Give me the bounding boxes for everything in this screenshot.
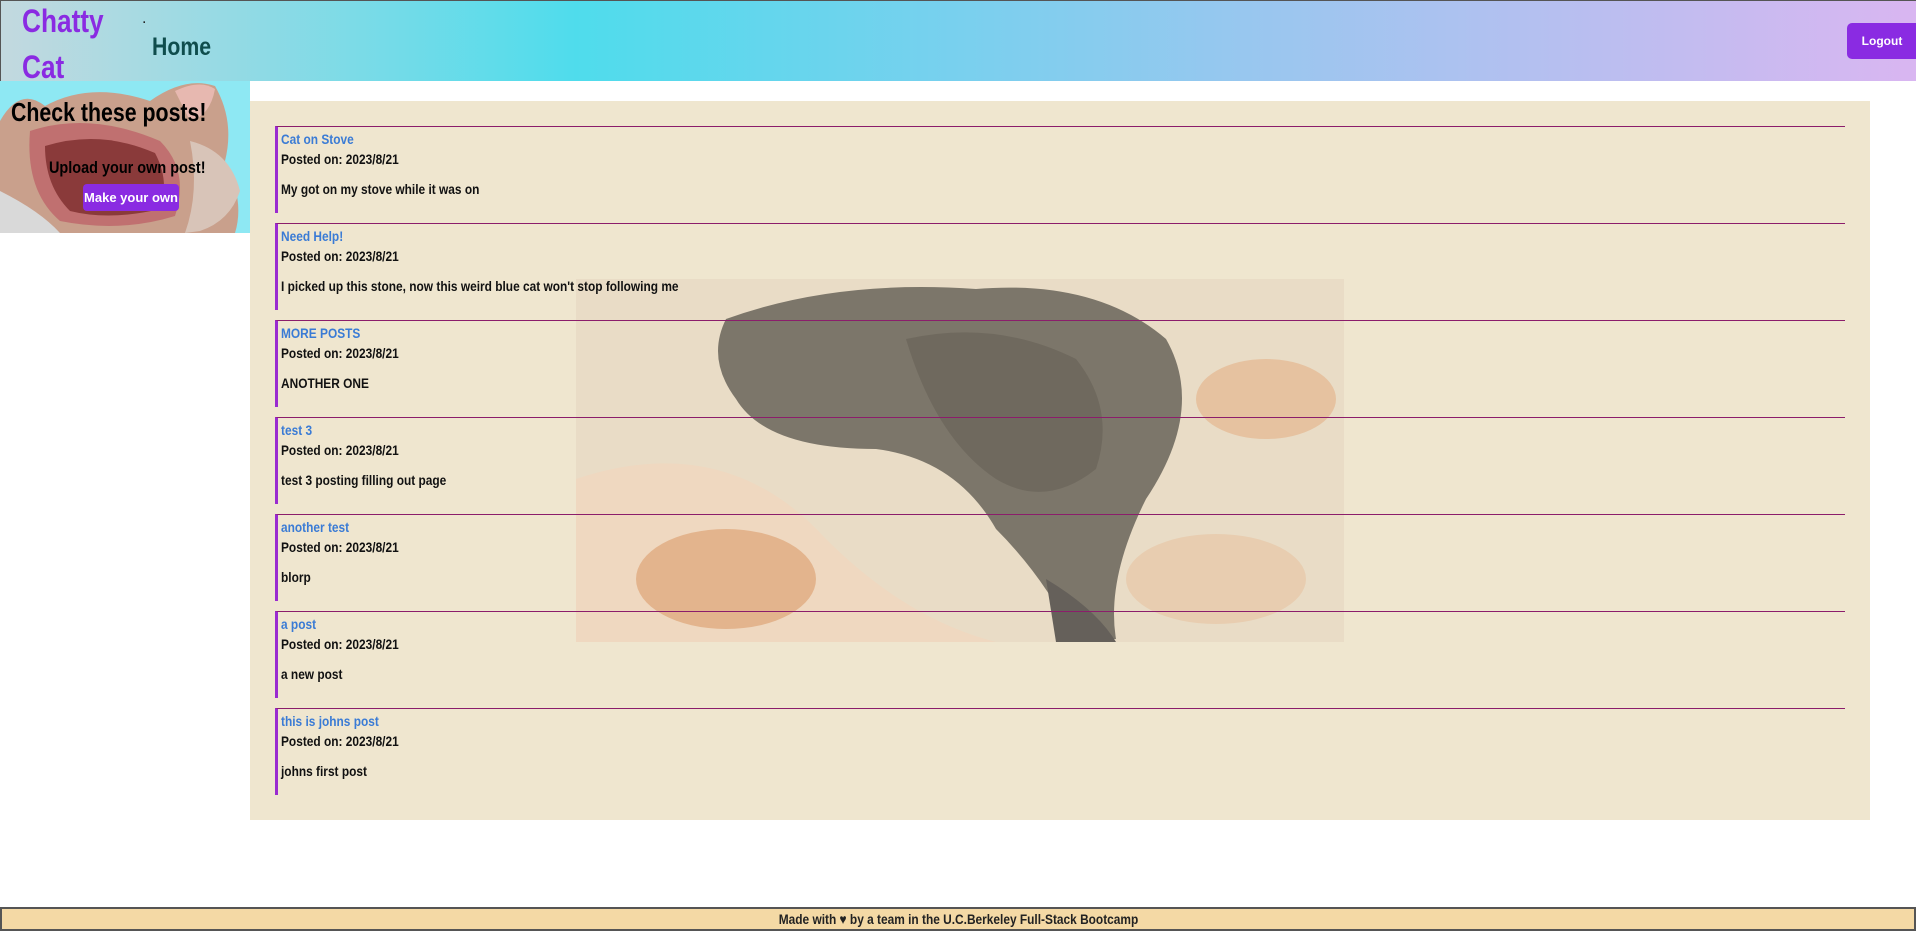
brand-line-1: Chatty	[22, 3, 104, 39]
post-title-link[interactable]: a post	[281, 616, 316, 632]
post-title-link[interactable]: Need Help!	[281, 228, 343, 244]
upload-prompt: Upload your own post!	[49, 158, 206, 177]
post-body: blorp	[281, 569, 311, 585]
sidebar-title: Check these posts!	[11, 97, 207, 127]
home-link[interactable]: Home	[152, 33, 211, 62]
post-body: a new post	[281, 666, 343, 682]
post-body: ANOTHER ONE	[281, 375, 369, 391]
post-date: Posted on: 2023/8/21	[281, 636, 399, 652]
post-item: Need Help! Posted on: 2023/8/21 I picked…	[275, 223, 1845, 310]
post-item: this is johns post Posted on: 2023/8/21 …	[275, 708, 1845, 795]
post-item: MORE POSTS Posted on: 2023/8/21 ANOTHER …	[275, 320, 1845, 407]
site-header: Chatty Cat . Home Logout	[0, 0, 1916, 85]
post-body: test 3 posting filling out page	[281, 472, 447, 488]
post-date: Posted on: 2023/8/21	[281, 345, 399, 361]
post-title-link[interactable]: test 3	[281, 422, 312, 438]
post-date: Posted on: 2023/8/21	[281, 151, 399, 167]
post-date: Posted on: 2023/8/21	[281, 733, 399, 749]
post-item: a post Posted on: 2023/8/21 a new post	[275, 611, 1845, 698]
post-body: johns first post	[281, 763, 367, 779]
post-body: My got on my stove while it was on	[281, 181, 480, 197]
brand-logo[interactable]: Chatty Cat	[22, 0, 104, 90]
footer-text: Made with ♥ by a team in the U.C.Berkele…	[778, 911, 1138, 927]
post-item: Cat on Stove Posted on: 2023/8/21 My got…	[275, 126, 1845, 213]
make-post-button[interactable]: Make your own	[83, 184, 179, 211]
post-date: Posted on: 2023/8/21	[281, 442, 399, 458]
post-item: test 3 Posted on: 2023/8/21 test 3 posti…	[275, 417, 1845, 504]
post-title-link[interactable]: MORE POSTS	[281, 325, 360, 341]
post-title-link[interactable]: this is johns post	[281, 713, 379, 729]
post-date: Posted on: 2023/8/21	[281, 248, 399, 264]
post-body: I picked up this stone, now this weird b…	[281, 278, 679, 294]
sidebar: Check these posts! Upload your own post!…	[0, 81, 250, 233]
nav-bullet: .	[142, 10, 147, 27]
logout-button[interactable]: Logout	[1847, 23, 1916, 59]
post-title-link[interactable]: Cat on Stove	[281, 131, 354, 147]
post-title-link[interactable]: another test	[281, 519, 349, 535]
post-date: Posted on: 2023/8/21	[281, 539, 399, 555]
posts-panel: Cat on Stove Posted on: 2023/8/21 My got…	[250, 101, 1870, 820]
site-footer: Made with ♥ by a team in the U.C.Berkele…	[0, 907, 1916, 931]
post-item: another test Posted on: 2023/8/21 blorp	[275, 514, 1845, 601]
